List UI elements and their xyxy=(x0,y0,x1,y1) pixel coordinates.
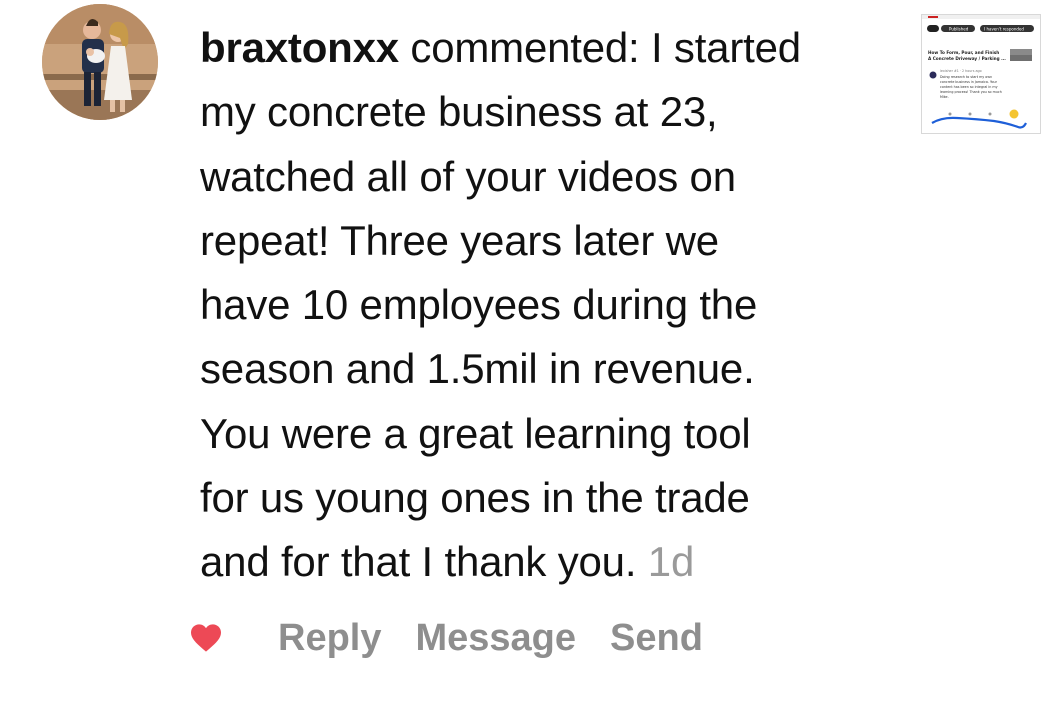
thumbnail-text-line-3: content has been so integral in my xyxy=(940,85,998,89)
message-button[interactable]: Message xyxy=(415,617,576,660)
post-thumbnail-image: Published I haven't responded How To For… xyxy=(922,15,1040,133)
thumbnail-text-line-5: Mike. xyxy=(940,95,949,99)
thumbnail-pill-published: Published xyxy=(949,27,969,32)
comment-line: and for that I thank you. xyxy=(200,538,637,586)
thumbnail-author: lexisher #1 · 2 hours ago xyxy=(940,69,982,73)
comment-line: repeat! Three years later we xyxy=(200,216,719,264)
avatar-photo xyxy=(42,4,158,120)
thumbnail-text-line-1: Doing research to start my own xyxy=(940,75,992,79)
comment-last-line: and for that I thank you. 1d xyxy=(200,530,900,594)
comment-line: for us young ones in the trade xyxy=(200,474,750,522)
thumbnail-title-line-2: A Concrete Driveway / Parking ... xyxy=(928,56,1006,61)
comment-username[interactable]: braxtonxx xyxy=(200,24,399,71)
send-button[interactable]: Send xyxy=(610,617,703,660)
thumbnail-text-line-2: concrete business in Jamaica. Your xyxy=(940,80,998,84)
thumbnail-pill-responded: I haven't responded xyxy=(984,27,1024,32)
post-thumbnail[interactable]: Published I haven't responded How To For… xyxy=(921,14,1041,134)
comment-action-text: commented: I started xyxy=(398,24,801,71)
comment-first-line: braxtonxx commented: I started xyxy=(200,16,900,80)
like-button[interactable] xyxy=(188,622,224,654)
avatar[interactable] xyxy=(42,4,158,120)
comment-actions: Reply Message Send xyxy=(188,612,737,664)
comment-line: season and 1.5mil in revenue. xyxy=(200,345,755,393)
comment-line: have 10 employees during the xyxy=(200,281,758,329)
thumbnail-text-line-4: learning process! Thank you so much xyxy=(940,90,1002,94)
thumbnail-title-line-1: How To Form, Pour, and Finish xyxy=(928,50,999,55)
comment-body: braxtonxx commented: I started my concre… xyxy=(200,16,900,595)
heart-icon xyxy=(191,624,221,652)
comment-line: You were a great learning tool xyxy=(200,409,751,457)
reply-button[interactable]: Reply xyxy=(278,617,381,660)
comment-timestamp: 1d xyxy=(647,538,695,586)
comment-line: watched all of your videos on xyxy=(200,152,736,200)
comment-line: my concrete business at 23, xyxy=(200,88,718,136)
